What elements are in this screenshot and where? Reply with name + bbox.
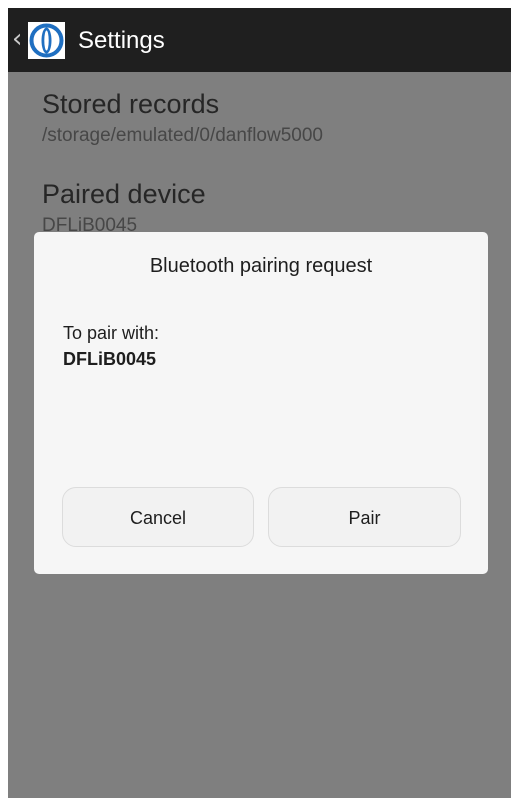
cancel-button[interactable]: Cancel	[62, 487, 254, 547]
stored-records-preference[interactable]: Stored records /storage/emulated/0/danfl…	[42, 88, 323, 148]
bluetooth-pairing-dialog: Bluetooth pairing request To pair with: …	[34, 232, 488, 574]
pair-with-label: To pair with:	[63, 323, 160, 343]
app-logo-icon[interactable]	[28, 22, 65, 59]
stored-records-path: /storage/emulated/0/danflow5000	[42, 125, 323, 146]
app-logo-svg	[29, 23, 64, 58]
stored-records-title: Stored records	[42, 89, 220, 119]
paired-device-title: Paired device	[42, 179, 206, 209]
pair-button[interactable]: Pair	[268, 487, 461, 547]
app-title: Settings	[78, 27, 165, 54]
pair-device-name: DFLiB0045	[63, 349, 157, 369]
back-chevron-icon[interactable]: ‹	[12, 26, 22, 52]
settings-screen: ‹ Settings Stored records /storage/emula…	[8, 8, 511, 798]
dialog-title: Bluetooth pairing request	[149, 255, 373, 277]
app-bar: ‹ Settings	[8, 8, 511, 72]
paired-device-preference[interactable]: Paired device DFLiB0045	[42, 178, 206, 238]
